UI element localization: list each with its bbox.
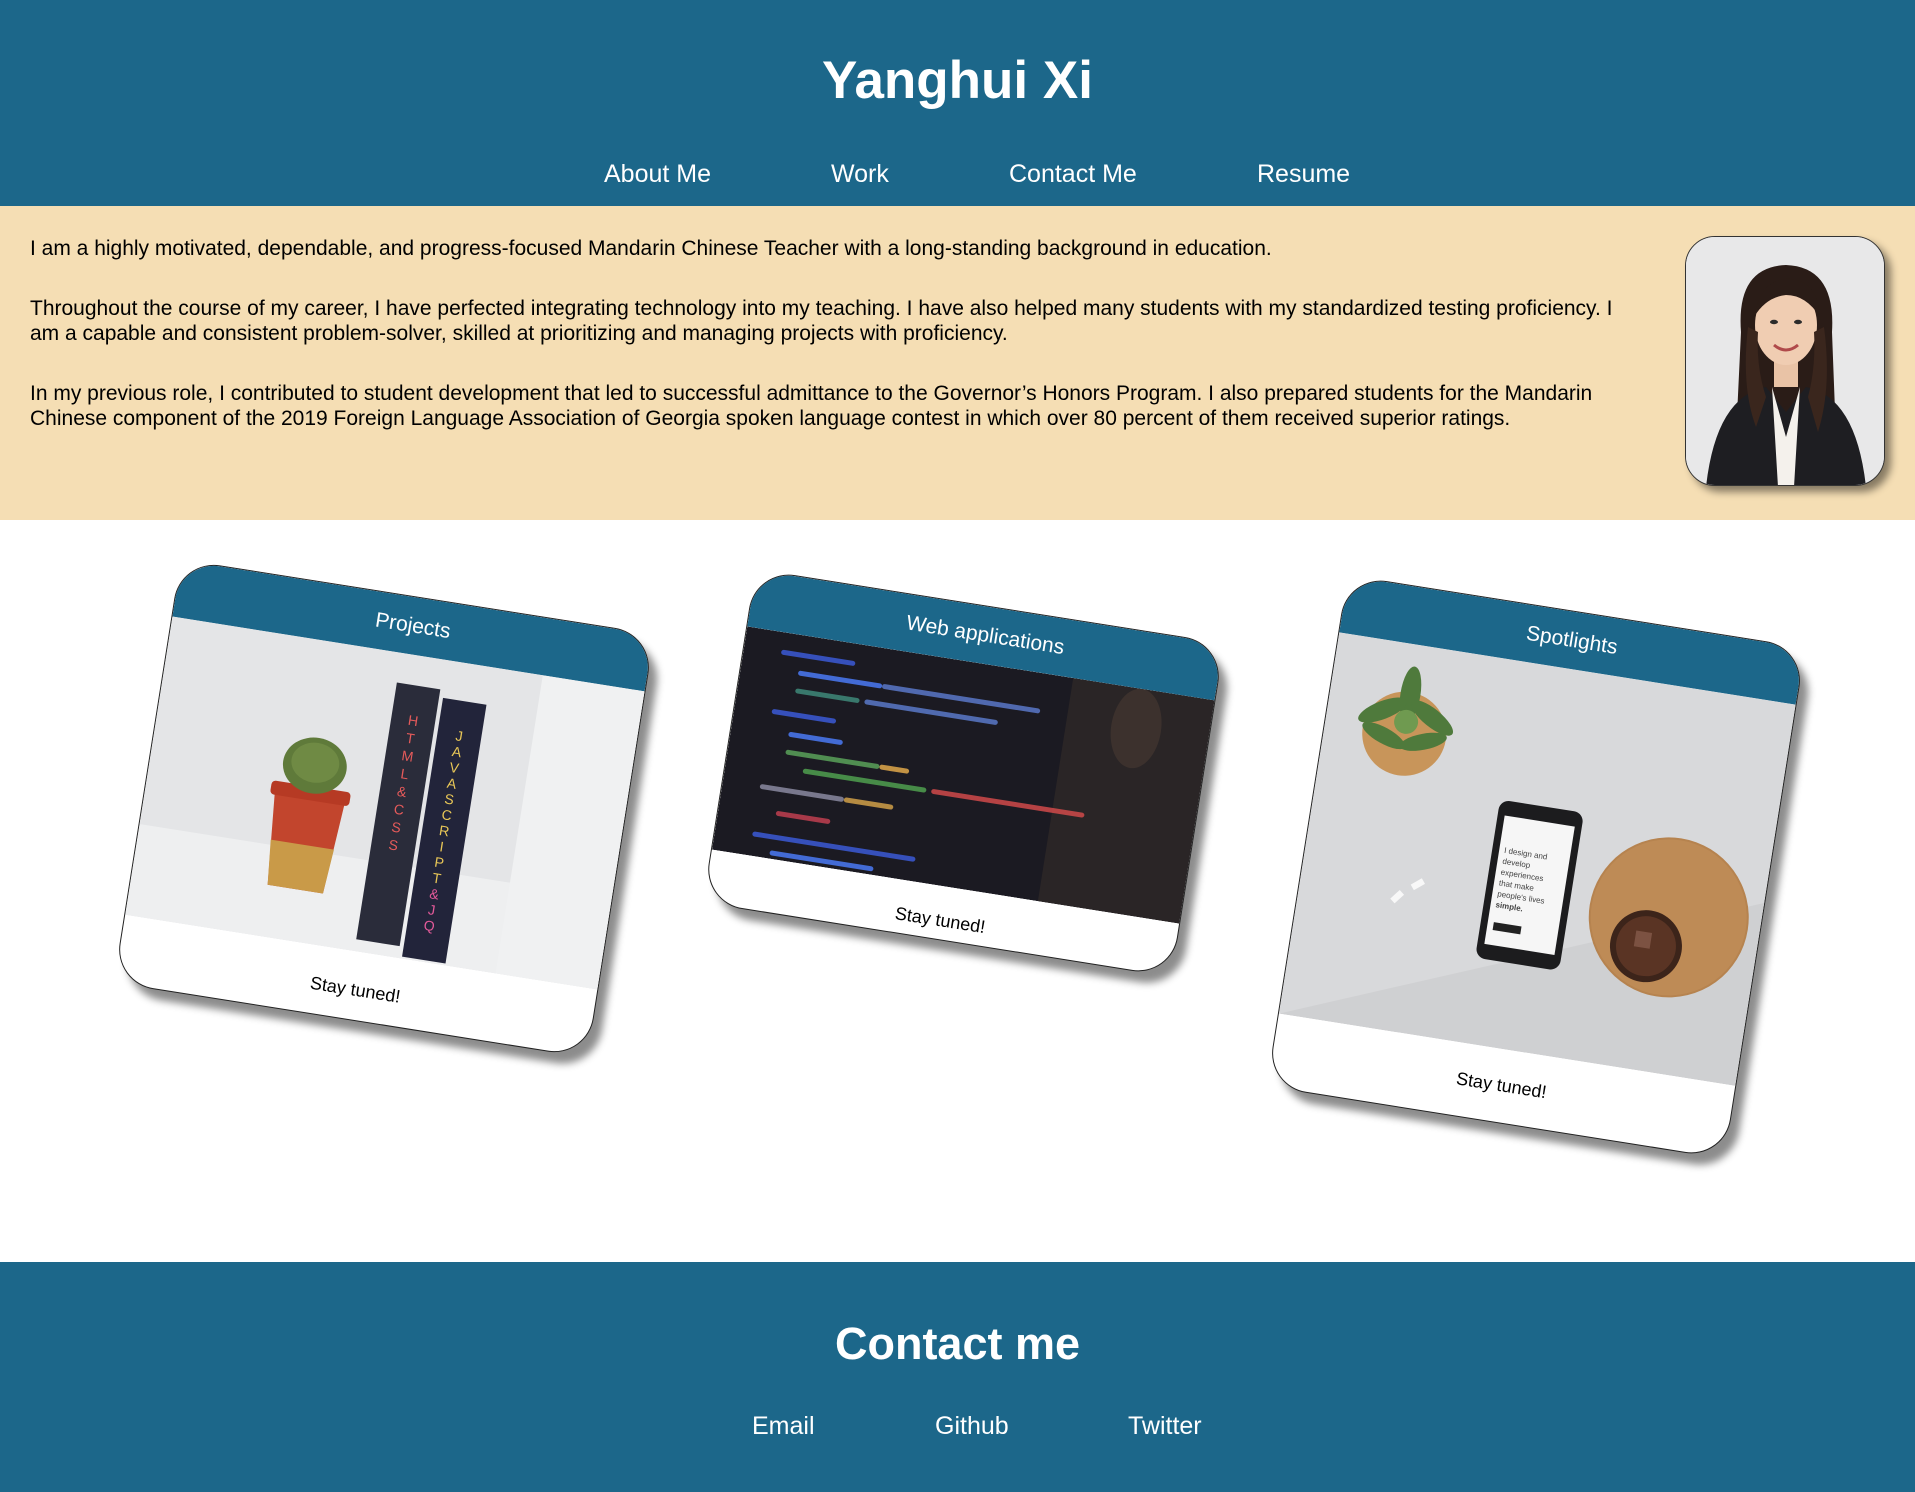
nav-work[interactable]: Work	[831, 160, 889, 189]
phone-desk-photo: I design anddevelopexperiencesthat makep…	[1278, 632, 1796, 1086]
footer-link-email[interactable]: Email	[752, 1412, 815, 1441]
main-nav: About Me Work Contact Me Resume	[0, 160, 1915, 190]
site-header: Yanghui Xi About Me Work Contact Me Resu…	[0, 0, 1915, 206]
card-web-applications[interactable]: Web applications Stay tuned!	[702, 568, 1225, 978]
site-footer: Contact me Email Github Twitter	[0, 1262, 1915, 1492]
about-paragraph-2: Throughout the course of my career, I ha…	[30, 297, 1613, 345]
footer-title: Contact me	[834, 1318, 1081, 1369]
about-section: I am a highly motivated, dependable, and…	[0, 206, 1915, 520]
nav-resume[interactable]: Resume	[1257, 160, 1350, 189]
nav-about-me[interactable]: About Me	[604, 160, 711, 189]
portrait-photo	[1685, 236, 1885, 486]
card-projects[interactable]: Projects HTML&CSS JAVASCRIPT&JQ Stay tun	[113, 559, 655, 1058]
about-text: I am a highly motivated, dependable, and…	[30, 236, 1630, 466]
about-paragraph-1: I am a highly motivated, dependable, and…	[30, 237, 1272, 260]
footer-link-github[interactable]: Github	[935, 1412, 1009, 1441]
card-spotlights[interactable]: Spotlights I design anddevelopexperience…	[1266, 574, 1806, 1160]
footer-link-twitter[interactable]: Twitter	[1128, 1412, 1202, 1441]
about-paragraph-3: In my previous role, I contributed to st…	[30, 382, 1593, 430]
site-title: Yanghui Xi	[822, 51, 1093, 110]
nav-contact-me[interactable]: Contact Me	[1009, 160, 1137, 189]
